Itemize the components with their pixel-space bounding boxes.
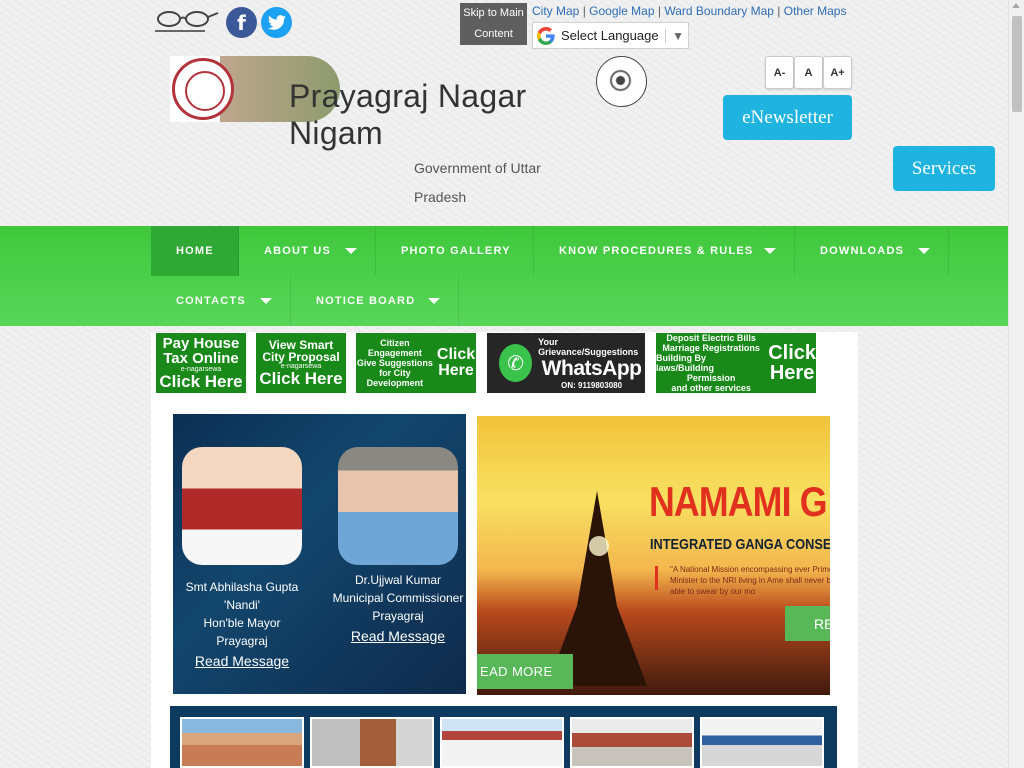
skip-to-content-link[interactable]: Skip to Main Content [460, 3, 527, 45]
electric-bills-banner[interactable]: Deposit Electric Bills Marriage Registra… [656, 333, 816, 393]
commissioner-photo [338, 447, 458, 565]
slide-read-button[interactable]: RE [785, 606, 830, 641]
page-scrollbar[interactable] [1008, 0, 1024, 768]
gallery-thumbnail[interactable] [310, 717, 434, 768]
site-title: Prayagraj Nagar Nigam [289, 78, 527, 151]
whatsapp-grievance-banner[interactable]: ✆ Your Grievance/Suggestions WhatsApp ON… [487, 333, 645, 393]
dropdown-arrow-icon [260, 298, 272, 304]
slide-description: "A National Mission encompassing ever Pr… [670, 565, 830, 596]
whatsapp-icon: ✆ [499, 344, 533, 382]
font-increase-button[interactable]: A+ [823, 56, 852, 89]
namami-gange-slider: NAMAMI G INTEGRATED GANGA CONSERV "A Nat… [477, 416, 830, 695]
slide-accent-bar [655, 566, 658, 590]
font-reset-button[interactable]: A [794, 56, 823, 89]
dropdown-arrow-icon [918, 248, 930, 254]
facebook-icon[interactable]: f [226, 7, 257, 38]
nav-home[interactable]: HOME [151, 226, 239, 276]
scroll-up-arrow-icon[interactable] [1012, 3, 1020, 8]
mayor-info: Smt Abhilasha Gupta 'Nandi' Hon'ble Mayo… [183, 578, 301, 670]
services-button[interactable]: Services [893, 146, 995, 191]
dropdown-arrow-icon [428, 298, 440, 304]
language-select[interactable]: Select Language ▼ [532, 22, 689, 49]
nav-downloads[interactable]: DOWNLOADS [795, 226, 949, 276]
other-maps-link[interactable]: Other Maps [784, 4, 847, 18]
gallery-thumbnail[interactable] [700, 717, 824, 768]
mayor-read-message-link[interactable]: Read Message [183, 652, 301, 670]
up-govt-emblem [596, 56, 647, 107]
site-subtitle: Government of Uttar Pradesh [414, 160, 541, 205]
commissioner-info: Dr.Ujjwal Kumar Municipal Commissioner P… [329, 571, 467, 645]
nav-about-us[interactable]: ABOUT US [239, 226, 376, 276]
nav-know-procedures[interactable]: KNOW PROCEDURES & RULES [534, 226, 795, 276]
smart-city-proposal-banner[interactable]: View Smart City Proposal e-nagarsewa Cli… [256, 333, 346, 393]
gallery-thumbnail[interactable] [440, 717, 564, 768]
map-links: City Map | Google Map | Ward Boundary Ma… [532, 4, 847, 18]
gallery-thumbnail[interactable] [180, 717, 304, 768]
font-decrease-button[interactable]: A- [765, 56, 794, 89]
scroll-thumb[interactable] [1012, 16, 1022, 112]
ward-boundary-map-link[interactable]: Ward Boundary Map [664, 4, 774, 18]
pay-house-tax-banner[interactable]: Pay House Tax Online e-nagarsewa Click H… [156, 333, 246, 393]
gallery-thumbnail[interactable] [570, 717, 694, 768]
nav-notice-board[interactable]: NOTICE BOARD [291, 276, 459, 326]
google-map-link[interactable]: Google Map [589, 4, 654, 18]
read-more-button[interactable]: EAD MORE [477, 654, 573, 689]
city-map-link[interactable]: City Map [532, 4, 579, 18]
nav-photo-gallery[interactable]: PHOTO GALLERY [376, 226, 534, 276]
slide-title: NAMAMI G [649, 478, 827, 525]
citizen-engagement-banner[interactable]: Citizen Engagement Give Suggestions for … [356, 333, 476, 393]
chevron-down-icon: ▼ [665, 28, 684, 43]
nagar-nigam-seal [172, 58, 234, 120]
main-nav: HOME ABOUT US PHOTO GALLERY KNOW PROCEDU… [0, 226, 1009, 326]
photo-gallery-strip [170, 706, 837, 768]
google-icon [537, 26, 555, 45]
language-label: Select Language [561, 28, 659, 43]
mayor-photo [182, 447, 302, 565]
enewsletter-button[interactable]: eNewsletter [723, 95, 852, 140]
swachh-bharat-logo [155, 11, 219, 32]
commissioner-read-message-link[interactable]: Read Message [329, 627, 467, 645]
nav-contacts[interactable]: CONTACTS [151, 276, 291, 326]
twitter-icon[interactable] [261, 7, 292, 38]
officials-box: Smt Abhilasha Gupta 'Nandi' Hon'ble Mayo… [173, 414, 466, 694]
slide-subtitle: INTEGRATED GANGA CONSERV [650, 536, 830, 553]
dropdown-arrow-icon [764, 248, 776, 254]
dropdown-arrow-icon [345, 248, 357, 254]
